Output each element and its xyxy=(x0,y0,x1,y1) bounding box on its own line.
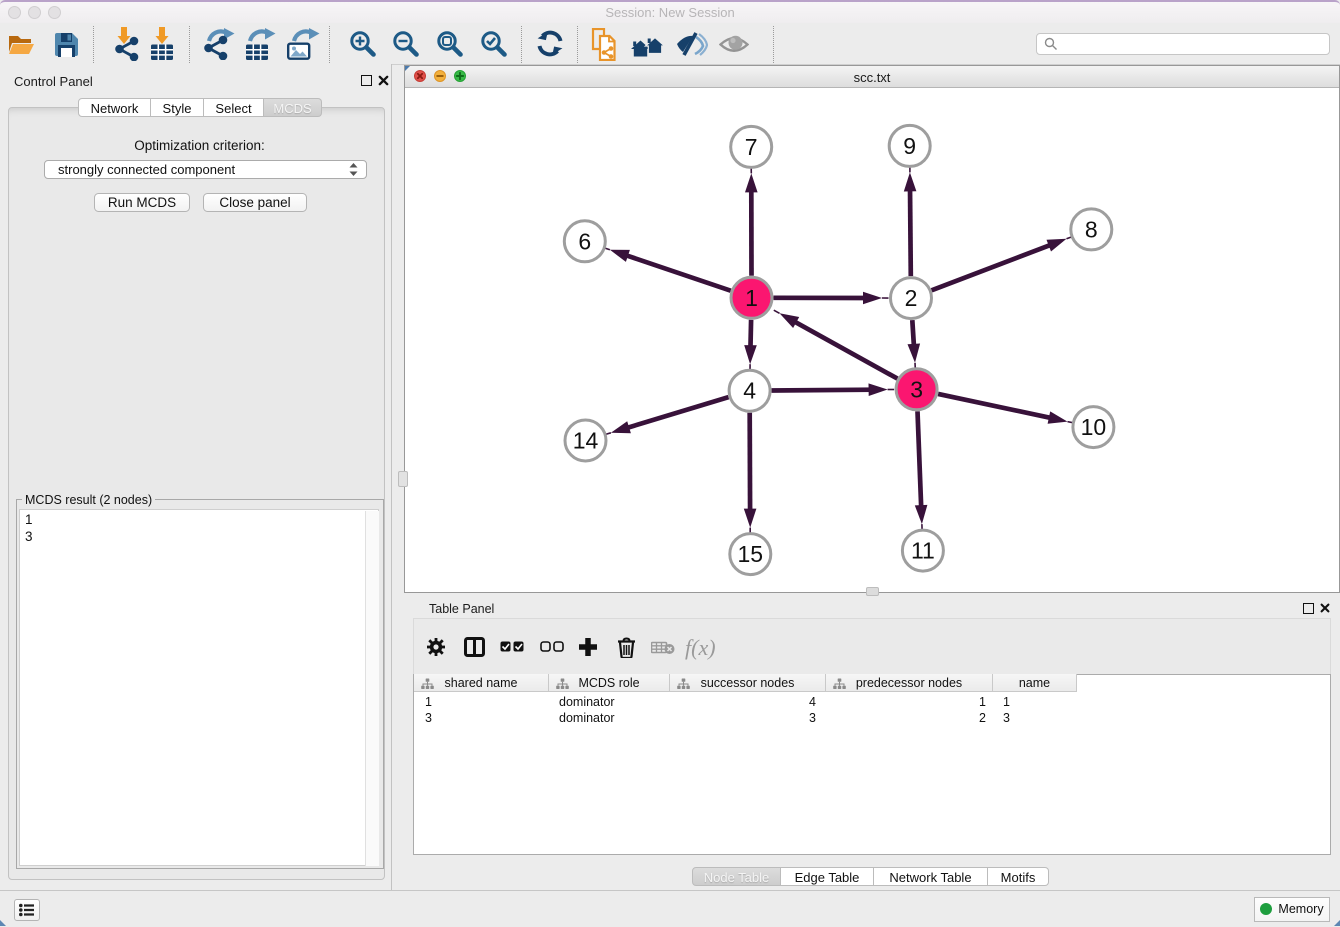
svg-text:1: 1 xyxy=(745,285,758,311)
svg-text:10: 10 xyxy=(1081,414,1107,440)
svg-text:11: 11 xyxy=(911,538,935,564)
svg-text:2: 2 xyxy=(905,285,918,311)
svg-text:9: 9 xyxy=(903,133,916,159)
svg-text:14: 14 xyxy=(573,428,599,454)
svg-text:8: 8 xyxy=(1085,216,1098,242)
svg-text:6: 6 xyxy=(578,228,591,254)
svg-text:3: 3 xyxy=(910,376,923,402)
svg-text:4: 4 xyxy=(743,378,756,404)
svg-text:15: 15 xyxy=(738,541,764,567)
svg-text:7: 7 xyxy=(745,134,758,160)
